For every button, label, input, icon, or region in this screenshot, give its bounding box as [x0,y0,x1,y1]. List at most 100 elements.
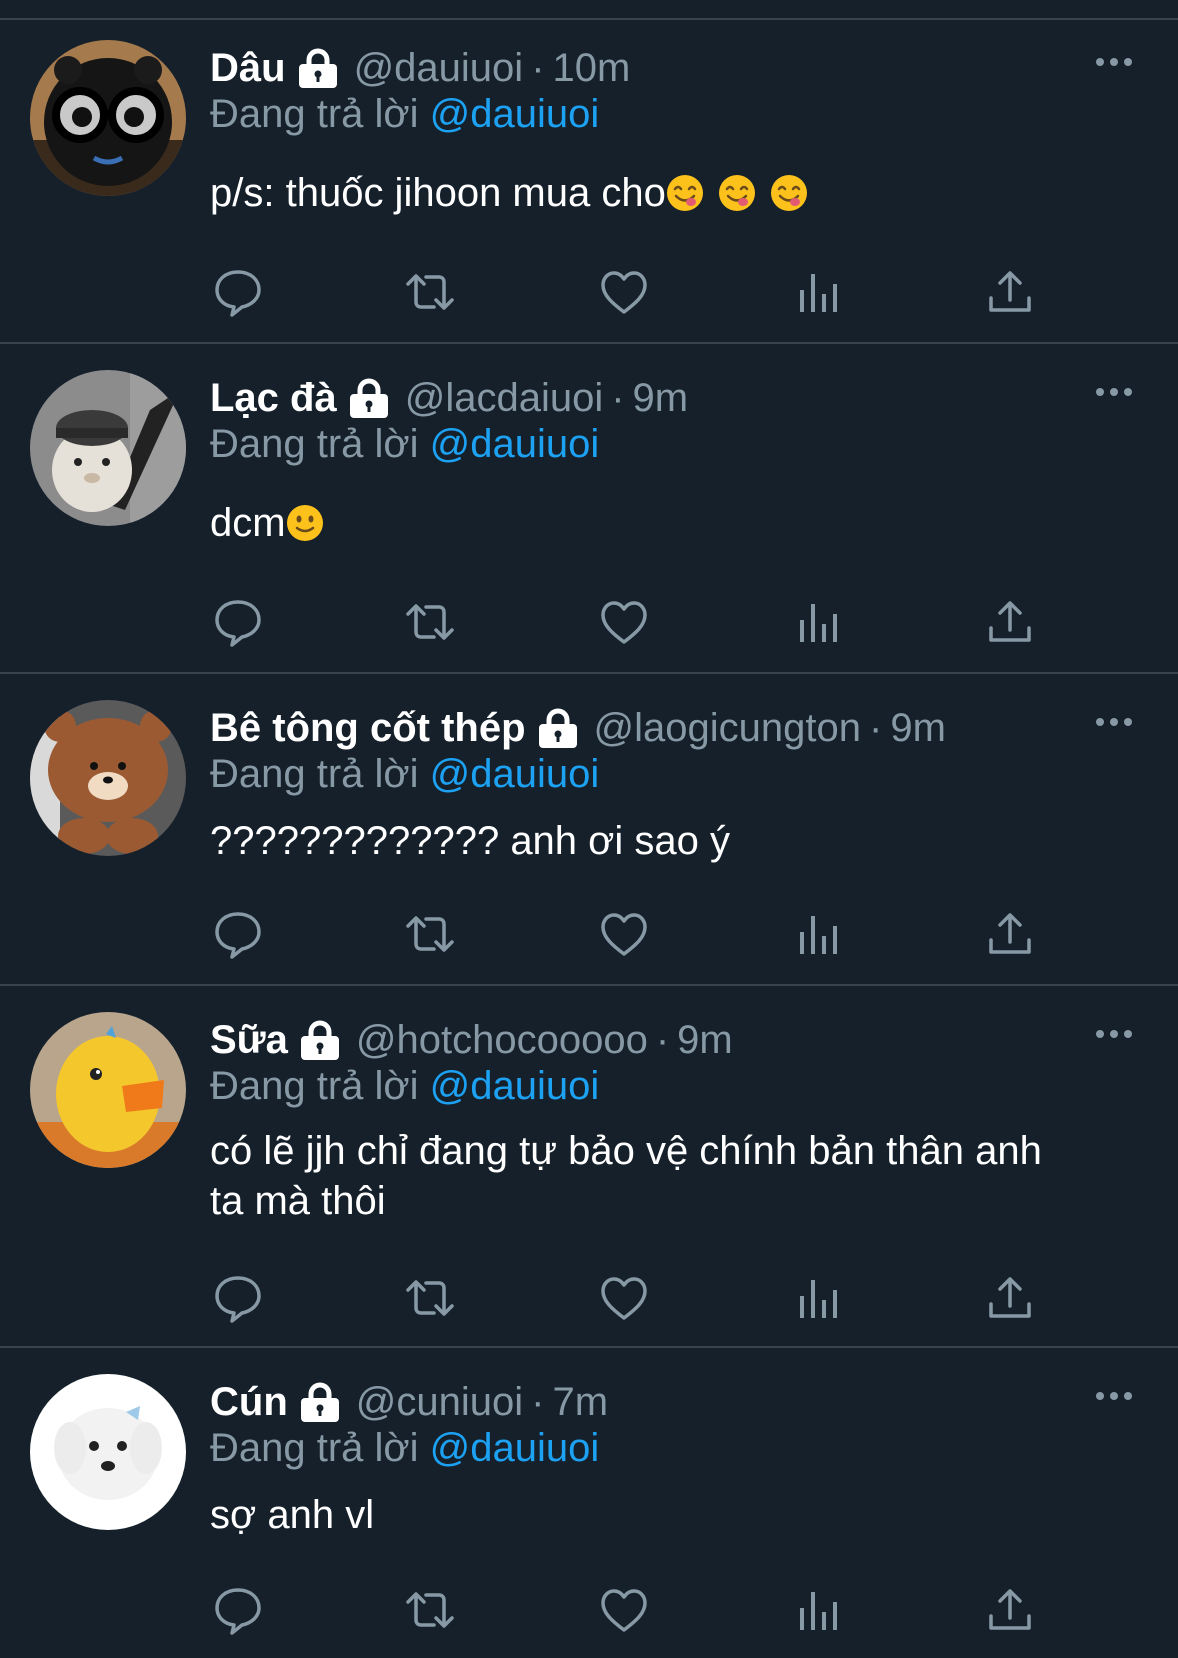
more-options-icon[interactable] [1094,1024,1134,1044]
tweet[interactable]: Dâu @dauiuoi · 10m Đang trả lời @dauiuoi… [0,40,1178,340]
lock-icon [298,1382,342,1422]
tweet-divider [0,342,1178,344]
tweet-header: Bê tông cốt thép @laogicungton · 9m [210,700,946,756]
mention-link[interactable]: @dauiuoi [430,92,600,136]
replying-to: Đang trả lời @dauiuoi [210,752,599,797]
retweet-icon[interactable] [402,594,458,650]
tweet-text: có lẽ jjh chỉ đang tự bảo vệ chính bản t… [210,1126,1140,1226]
username[interactable]: @dauiuoi [354,46,524,91]
reply-icon[interactable] [210,594,266,650]
more-options-icon[interactable] [1094,382,1134,402]
more-options-icon[interactable] [1094,712,1134,732]
username[interactable]: @cuniuoi [356,1380,523,1425]
tweet-header: Cún @cuniuoi · 7m [210,1374,608,1430]
tweet[interactable]: Bê tông cốt thép @laogicungton · 9m Đang… [0,700,1178,980]
tweet-actions [210,1270,1070,1326]
separator-dot: · [611,375,625,420]
replying-to-label: Đang trả lời [210,422,419,466]
replying-to-label: Đang trả lời [210,752,419,796]
tweet-actions [210,264,1070,320]
tweet-text: sợ anh vl [210,1490,1140,1540]
avatar[interactable] [30,40,186,196]
savoring-face-emoji [666,174,704,212]
share-icon[interactable] [982,906,1038,962]
mention-link[interactable]: @dauiuoi [430,422,600,466]
more-options-icon[interactable] [1094,1386,1134,1406]
tweet-text-content: ????????????? anh ơi sao ý [210,819,730,863]
analytics-icon[interactable] [790,264,846,320]
retweet-icon[interactable] [402,1270,458,1326]
reply-icon[interactable] [210,906,266,962]
share-icon[interactable] [982,264,1038,320]
tweet-text: p/s: thuốc jihoon mua cho [210,168,1140,218]
timestamp[interactable]: 9m [633,376,689,421]
avatar[interactable] [30,370,186,526]
display-name[interactable]: Bê tông cốt thép [210,706,526,751]
analytics-icon[interactable] [790,906,846,962]
replying-to-label: Đang trả lời [210,1426,419,1470]
share-icon[interactable] [982,1270,1038,1326]
heart-icon[interactable] [596,906,652,962]
reply-icon[interactable] [210,1270,266,1326]
separator-dot: · [531,45,545,90]
heart-icon[interactable] [596,594,652,650]
display-name[interactable]: Sữa [210,1018,288,1063]
replying-to: Đang trả lời @dauiuoi [210,1064,599,1109]
tweet-text-content: dcm [210,501,286,545]
tweet-actions [210,594,1070,650]
tweet[interactable]: Sữa @hotchocooooo · 9m Đang trả lời @dau… [0,1012,1178,1342]
display-name[interactable]: Dâu [210,46,286,91]
retweet-icon[interactable] [402,264,458,320]
tweet-divider [0,1346,1178,1348]
mention-link[interactable]: @dauiuoi [430,1426,600,1470]
mention-link[interactable]: @dauiuoi [430,752,600,796]
share-icon[interactable] [982,594,1038,650]
heart-icon[interactable] [596,1270,652,1326]
tweet-text-line: có lẽ jjh chỉ đang tự bảo vệ chính bản t… [210,1129,1042,1173]
analytics-icon[interactable] [790,1270,846,1326]
tweet-divider [0,984,1178,986]
timestamp[interactable]: 9m [677,1018,733,1063]
reply-icon[interactable] [210,1582,266,1638]
savoring-face-emoji [770,174,808,212]
replying-to-label: Đang trả lời [210,92,419,136]
retweet-icon[interactable] [402,906,458,962]
share-icon[interactable] [982,1582,1038,1638]
tweet-actions [210,1582,1070,1638]
separator-dot: · [655,1017,670,1062]
analytics-icon[interactable] [790,1582,846,1638]
savoring-face-emoji [718,174,756,212]
username[interactable]: @lacdaiuoi [405,376,604,421]
display-name[interactable]: Cún [210,1380,288,1425]
replying-to: Đang trả lời @dauiuoi [210,422,599,467]
avatar[interactable] [30,700,186,856]
heart-icon[interactable] [596,264,652,320]
tweet-header: Dâu @dauiuoi · 10m [210,40,630,96]
mention-link[interactable]: @dauiuoi [430,1064,600,1108]
heart-icon[interactable] [596,1582,652,1638]
timestamp[interactable]: 9m [890,706,946,751]
replying-to-label: Đang trả lời [210,1064,419,1108]
avatar[interactable] [30,1012,186,1168]
lock-icon [347,378,391,418]
tweet-header: Lạc đà @lacdaiuoi · 9m [210,370,688,426]
slightly-smiling-face-emoji [286,504,324,542]
more-options-icon[interactable] [1094,52,1134,72]
timestamp[interactable]: 10m [553,46,631,91]
tweet[interactable]: Cún @cuniuoi · 7m Đang trả lời @dauiuoi … [0,1374,1178,1658]
tweet-text-content: sợ anh vl [210,1493,375,1537]
replying-to: Đang trả lời @dauiuoi [210,92,599,137]
tweet[interactable]: Lạc đà @lacdaiuoi · 9m Đang trả lời @dau… [0,370,1178,670]
display-name[interactable]: Lạc đà [210,376,337,421]
analytics-icon[interactable] [790,594,846,650]
username[interactable]: @laogicungton [594,706,861,751]
retweet-icon[interactable] [402,1582,458,1638]
separator-dot: · [531,1379,545,1424]
tweet-text: ????????????? anh ơi sao ý [210,816,1140,866]
avatar[interactable] [30,1374,186,1530]
username[interactable]: @hotchocooooo [356,1018,648,1063]
reply-icon[interactable] [210,264,266,320]
lock-icon [296,48,340,88]
timestamp[interactable]: 7m [552,1380,608,1425]
tweet-text-line: ta mà thôi [210,1179,386,1223]
